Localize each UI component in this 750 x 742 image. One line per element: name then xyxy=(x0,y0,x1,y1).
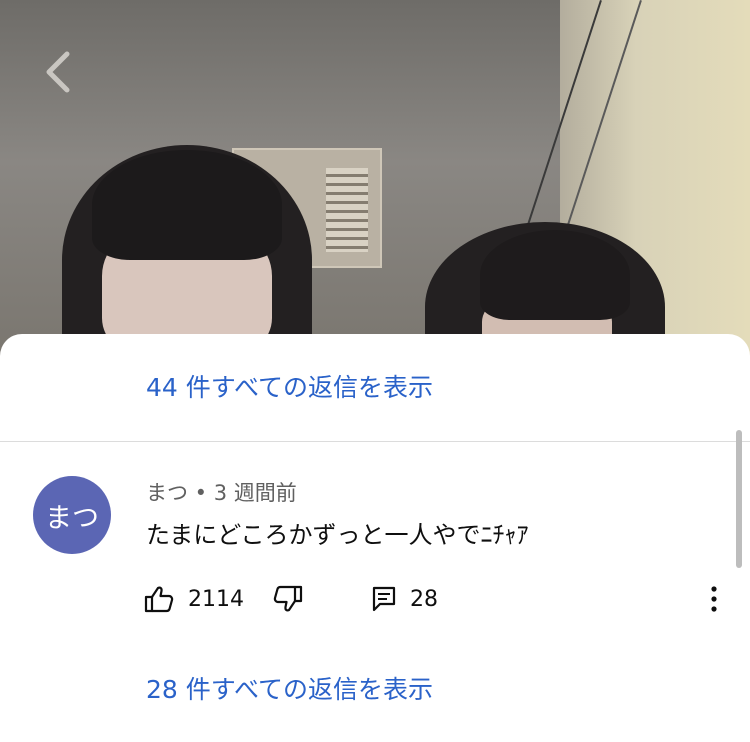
view-replies-label: 件すべての返信を表示 xyxy=(177,675,434,704)
reply-count: 28 xyxy=(410,586,438,612)
divider xyxy=(0,441,750,442)
reply-count: 44 xyxy=(146,373,178,402)
comment-icon xyxy=(372,586,396,612)
video-frame xyxy=(0,0,750,360)
like-button[interactable]: 2114 xyxy=(144,579,244,619)
dislike-button[interactable] xyxy=(273,579,303,619)
video-hair-2 xyxy=(480,230,630,320)
view-all-replies-link-top[interactable]: 44 件すべての返信を表示 xyxy=(146,368,433,404)
video-hair-1 xyxy=(92,150,282,260)
view-all-replies-link[interactable]: 28 件すべての返信を表示 xyxy=(146,670,433,706)
back-button[interactable] xyxy=(36,48,80,96)
comment-meta: まつ • 3 週間前 xyxy=(146,477,297,507)
more-options-button[interactable] xyxy=(700,583,728,615)
reply-count: 28 xyxy=(146,675,178,704)
avatar-text: まつ xyxy=(45,502,99,534)
thumbs-up-icon xyxy=(144,586,174,613)
more-vert-icon xyxy=(711,586,717,612)
thumbs-down-icon xyxy=(273,585,303,612)
reply-button[interactable]: 28 xyxy=(372,579,438,619)
chevron-left-icon xyxy=(46,51,70,93)
comment-time: 3 週間前 xyxy=(213,481,297,505)
view-replies-label: 件すべての返信を表示 xyxy=(177,373,434,402)
comment-text: たまにどころかずっと一人やでﾆﾁｬｱ xyxy=(146,521,529,549)
comments-sheet: 44 件すべての返信を表示 まつ まつ • 3 週間前 たまにどころかずっと一人… xyxy=(0,334,750,742)
like-count: 2114 xyxy=(188,586,244,612)
scrollbar[interactable] xyxy=(736,430,742,568)
comment-author[interactable]: まつ xyxy=(146,481,188,505)
meta-separator: • xyxy=(188,481,214,505)
avatar[interactable]: まつ xyxy=(33,476,111,554)
comment-actions: 2114 28 xyxy=(0,579,750,619)
